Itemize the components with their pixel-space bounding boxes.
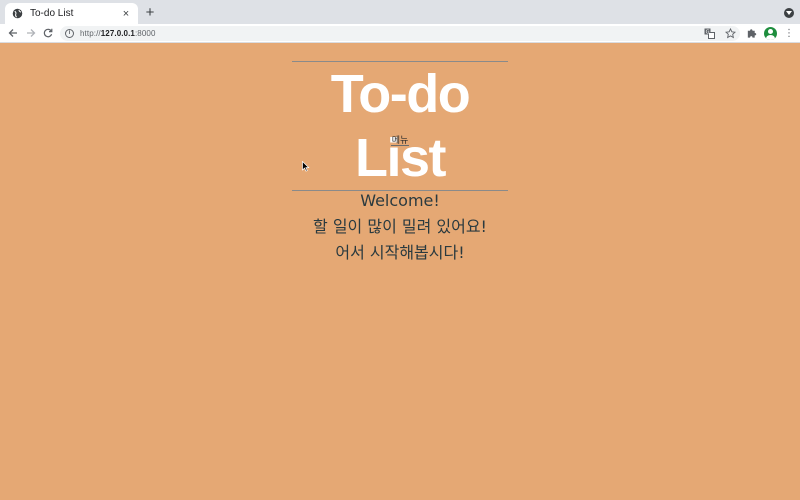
mouse-cursor	[302, 159, 310, 177]
close-icon[interactable]: ×	[120, 8, 132, 20]
puzzle-icon[interactable]	[745, 28, 757, 40]
menu-link-container: 메뉴	[0, 130, 800, 148]
welcome-message: Welcome! 할 일이 많이 밀려 있어요! 어서 시작해봅시다!	[0, 188, 800, 266]
globe-icon	[11, 8, 23, 20]
url-text[interactable]: http://127.0.0.1:8000	[80, 29, 156, 38]
back-arrow-icon[interactable]	[6, 26, 20, 40]
avatar-icon[interactable]	[764, 27, 777, 40]
welcome-line: Welcome!	[360, 191, 440, 210]
star-icon[interactable]	[724, 27, 736, 39]
tab-search-icon[interactable]	[784, 8, 794, 18]
browser-toolbar: i http://127.0.0.1:8000 G ⋮	[0, 24, 800, 43]
translate-icon[interactable]: G	[703, 27, 715, 39]
page-title: To-do List	[330, 64, 471, 188]
address-bar[interactable]: i http://127.0.0.1:8000 G	[60, 26, 740, 41]
tab-strip: To-do List × +	[0, 0, 800, 24]
svg-text:G: G	[705, 29, 709, 35]
site-header: To-do List	[292, 61, 508, 191]
menu-link[interactable]: 메뉴	[390, 135, 410, 146]
kebab-menu-icon[interactable]: ⋮	[784, 28, 794, 40]
forward-arrow-icon[interactable]	[24, 26, 38, 40]
welcome-line: 할 일이 많이 밀려 있어요!	[313, 217, 487, 236]
tab-title: To-do List	[30, 8, 74, 19]
new-tab-button[interactable]: +	[142, 5, 158, 21]
reload-icon[interactable]	[41, 26, 55, 40]
welcome-line: 어서 시작해봅시다!	[335, 243, 465, 262]
info-icon[interactable]: i	[65, 29, 74, 38]
tab-todo-list[interactable]: To-do List ×	[5, 3, 138, 24]
page-content: To-do List 메뉴 Welcome! 할 일이 많이 밀려 있어요! 어…	[0, 44, 800, 500]
